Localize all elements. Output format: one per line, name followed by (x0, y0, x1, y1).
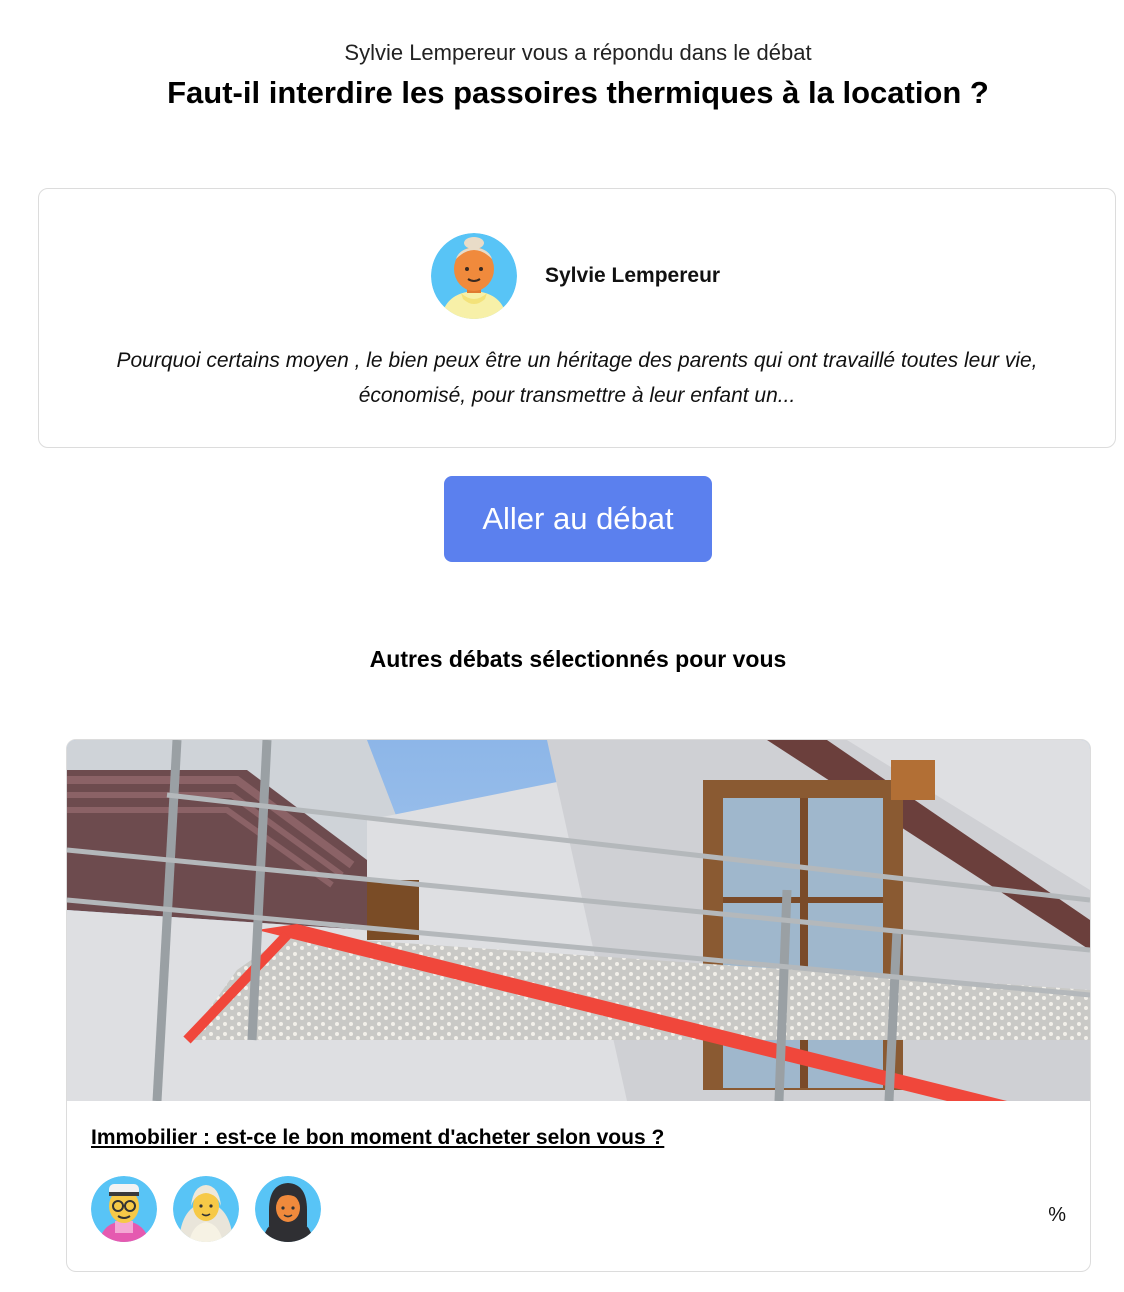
person-avatar-icon (431, 233, 517, 319)
reply-text: Pourquoi certains moyen , le bien peux ê… (116, 349, 1038, 407)
participant-avatar-icon (255, 1176, 321, 1242)
vote-percentage: % (1048, 1204, 1066, 1226)
participant-avatar-icon (173, 1176, 239, 1242)
reply-card: Sylvie Lempereur Pourquoi certains moyen… (38, 188, 1116, 448)
participants-avatars (91, 1176, 321, 1242)
house-scaffolding-image[interactable] (67, 740, 1090, 1101)
notification-intro: Sylvie Lempereur vous a répondu dans le … (344, 40, 812, 65)
other-debates-heading: Autres débats sélectionnés pour vous (369, 646, 787, 672)
participant-avatar-icon (91, 1176, 157, 1242)
debate-title: Faut-il interdire les passoires thermiqu… (167, 75, 989, 110)
other-debate-card[interactable]: Immobilier : est-ce le bon moment d'ache… (66, 739, 1091, 1272)
go-to-debate-button[interactable]: Aller au débat (444, 476, 712, 562)
reply-author: Sylvie Lempereur (431, 233, 720, 319)
other-debate-title[interactable]: Immobilier : est-ce le bon moment d'ache… (91, 1126, 664, 1150)
reply-author-name: Sylvie Lempereur (545, 264, 721, 287)
